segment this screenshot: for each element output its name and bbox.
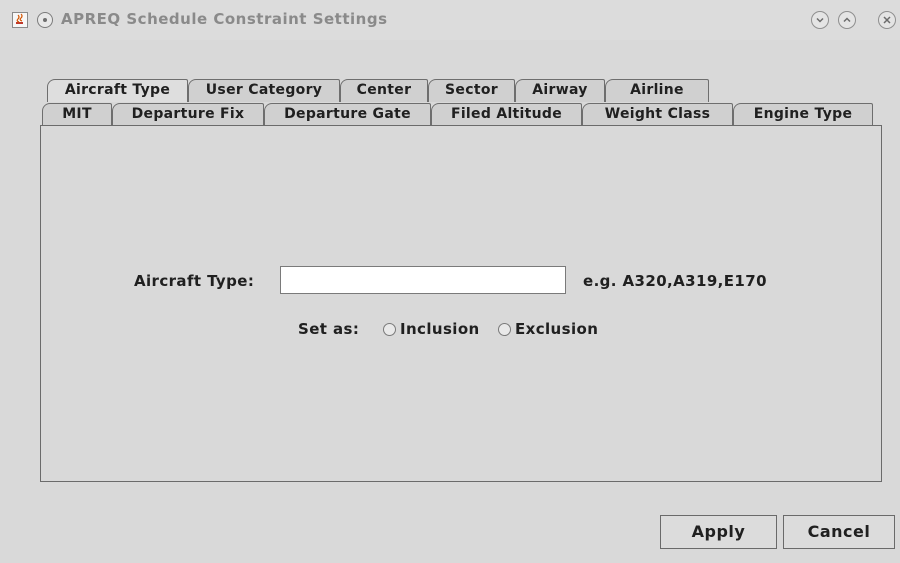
window-menu-icon[interactable] xyxy=(37,12,53,28)
window-title: APREQ Schedule Constraint Settings xyxy=(61,10,388,28)
set-as-label: Set as: xyxy=(298,320,360,338)
java-cup-icon[interactable] xyxy=(12,12,28,28)
inclusion-radio[interactable] xyxy=(383,323,396,336)
tab-center[interactable]: Center xyxy=(340,79,428,102)
exclusion-radio[interactable] xyxy=(498,323,511,336)
exclusion-label[interactable]: Exclusion xyxy=(515,320,598,338)
close-icon[interactable] xyxy=(878,11,896,29)
tab-filed-altitude[interactable]: Filed Altitude xyxy=(431,103,582,126)
tab-engine-type[interactable]: Engine Type xyxy=(733,103,873,126)
cancel-button[interactable]: Cancel xyxy=(783,515,895,549)
tab-mit[interactable]: MIT xyxy=(42,103,112,126)
tab-content-panel xyxy=(40,125,882,482)
tab-departure-fix[interactable]: Departure Fix xyxy=(112,103,264,126)
tab-weight-class[interactable]: Weight Class xyxy=(582,103,733,126)
maximize-icon[interactable] xyxy=(838,11,856,29)
aircraft-type-label: Aircraft Type: xyxy=(134,272,255,290)
minimize-icon[interactable] xyxy=(811,11,829,29)
tab-aircraft-type[interactable]: Aircraft Type xyxy=(47,79,188,102)
tab-departure-gate[interactable]: Departure Gate xyxy=(264,103,431,126)
aircraft-type-hint: e.g. A320,A319,E170 xyxy=(583,272,767,290)
tab-airline[interactable]: Airline xyxy=(605,79,709,102)
aircraft-type-input[interactable] xyxy=(280,266,566,294)
tab-sector[interactable]: Sector xyxy=(428,79,515,102)
tab-user-category[interactable]: User Category xyxy=(188,79,340,102)
tab-airway[interactable]: Airway xyxy=(515,79,605,102)
apply-button[interactable]: Apply xyxy=(660,515,777,549)
title-bar: APREQ Schedule Constraint Settings xyxy=(0,0,900,40)
inclusion-label[interactable]: Inclusion xyxy=(400,320,480,338)
